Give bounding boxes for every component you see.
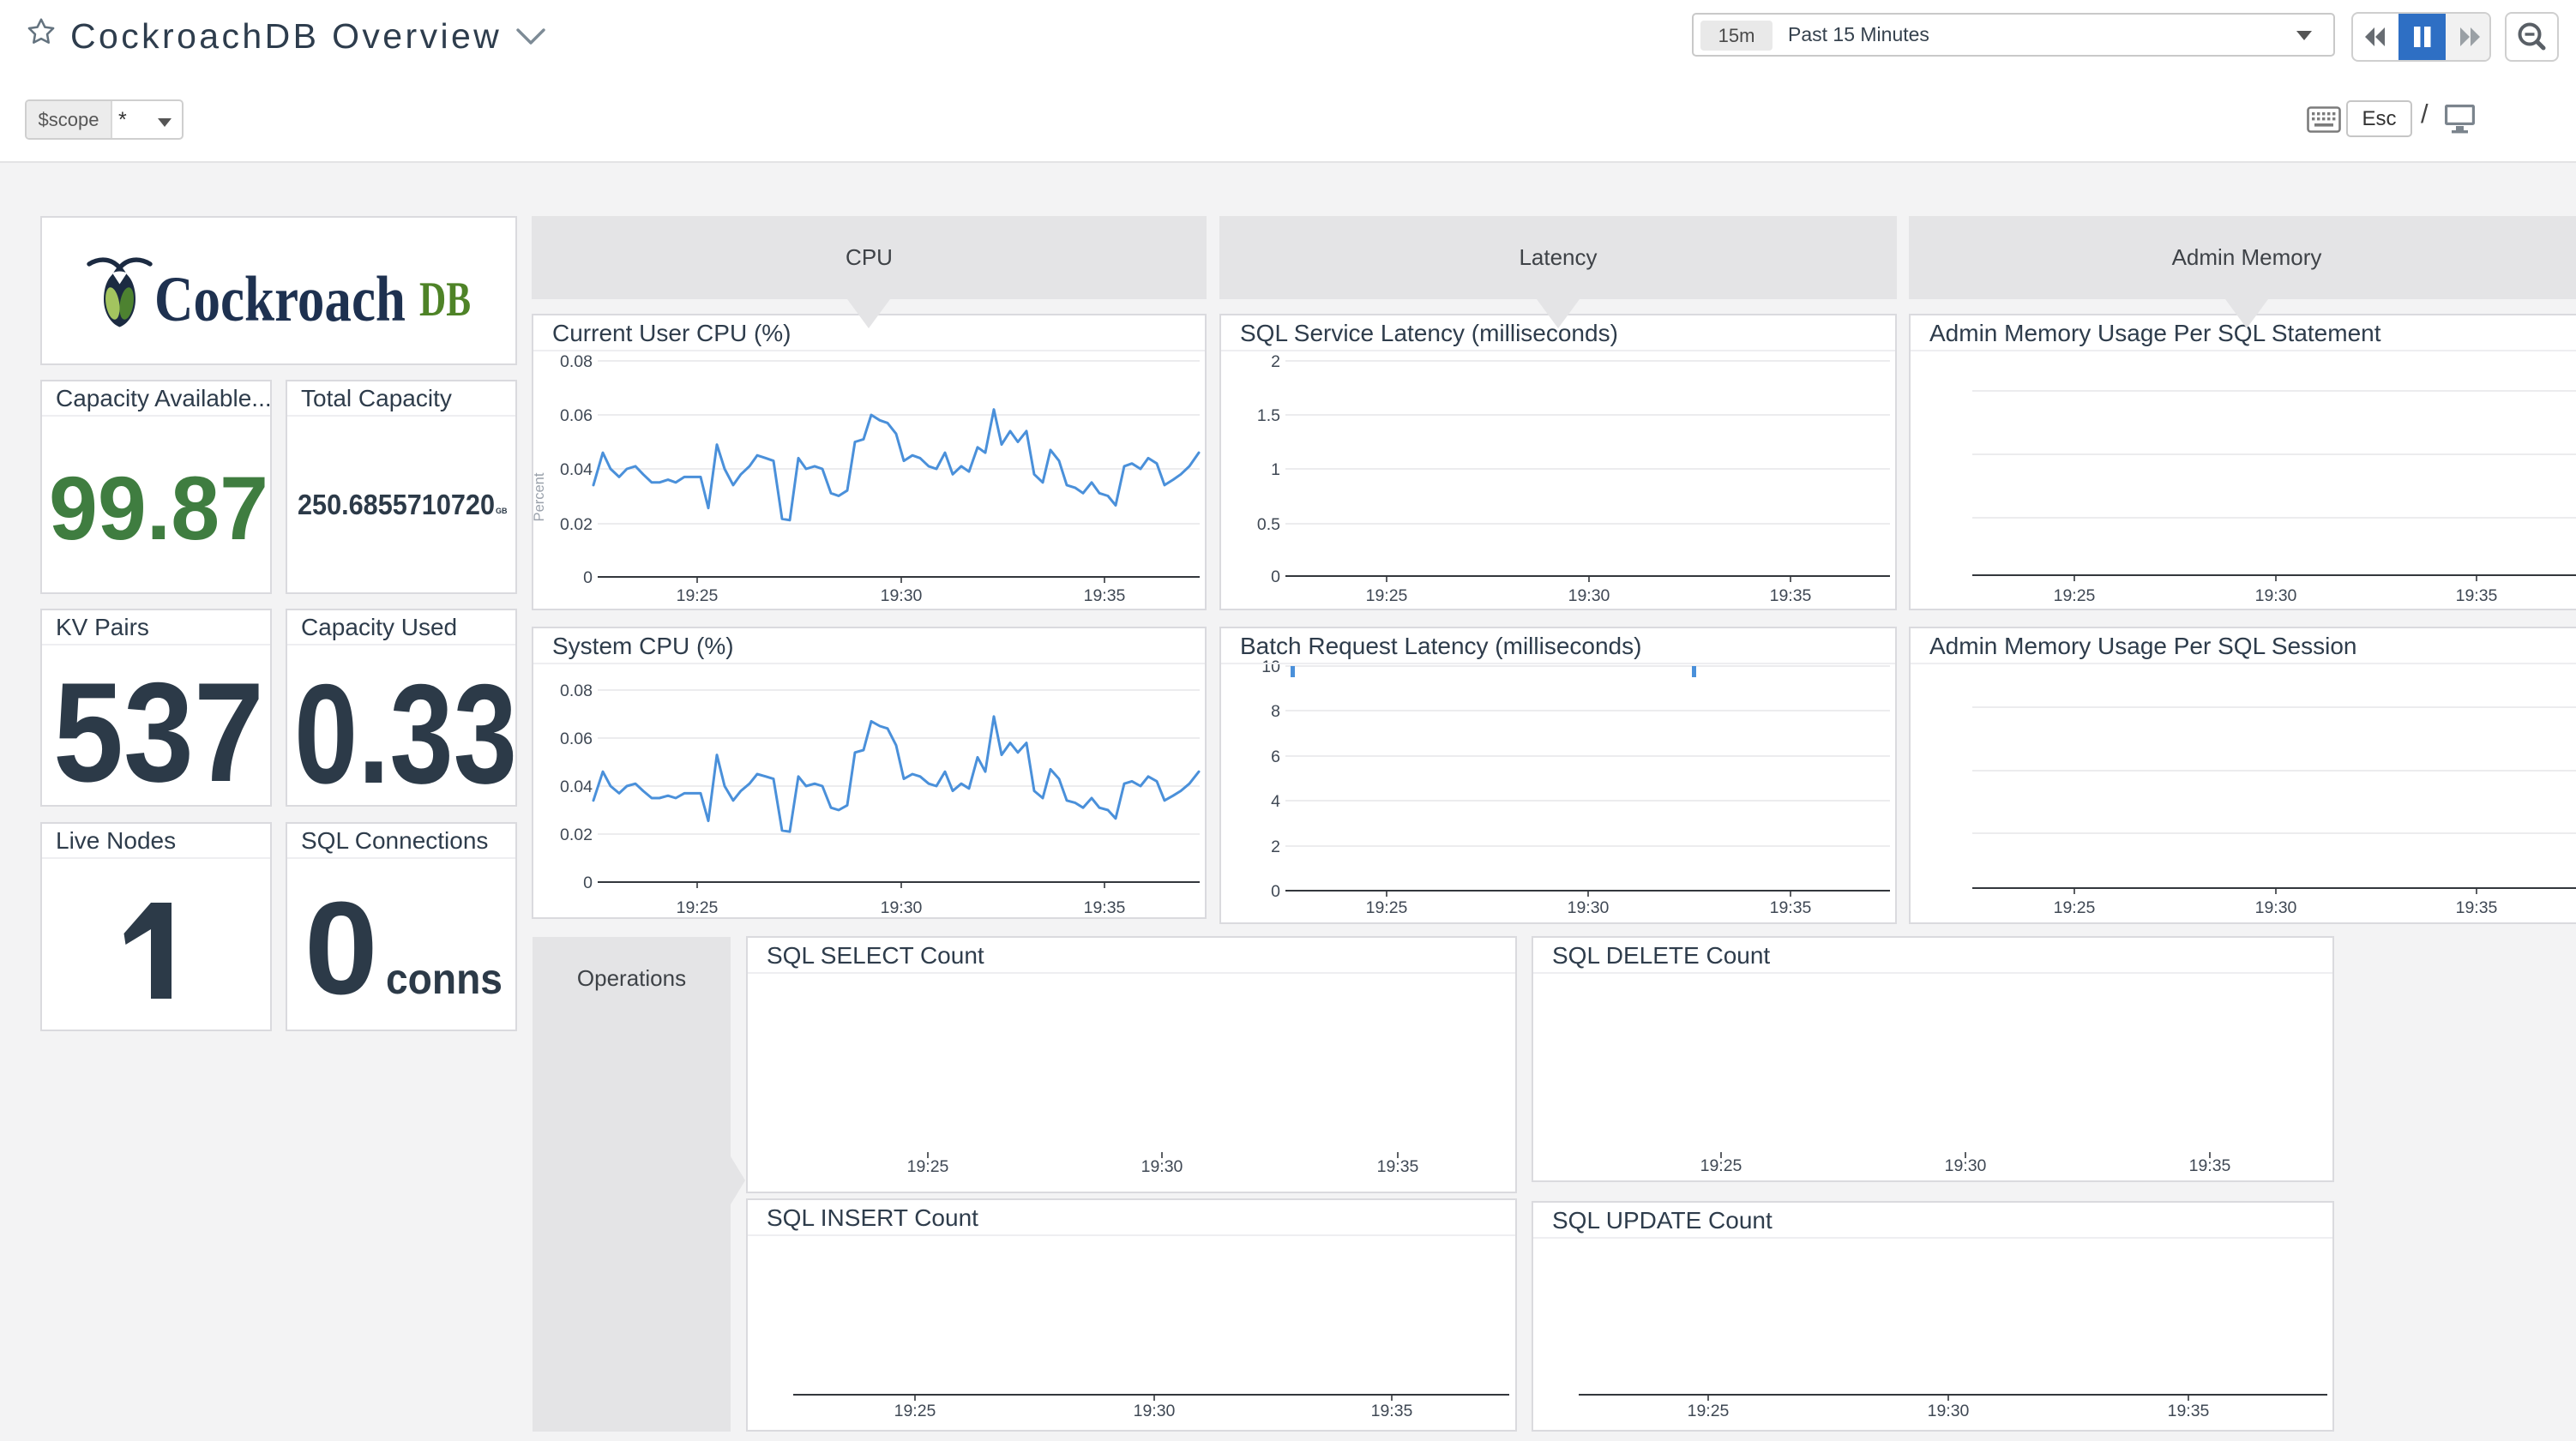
svg-text:19:35: 19:35: [2189, 1156, 2231, 1175]
svg-text:1: 1: [1271, 460, 1280, 479]
svg-text:6: 6: [1271, 748, 1280, 766]
svg-text:99.87: 99.87: [49, 459, 268, 559]
svg-text:GB: GB: [496, 507, 508, 515]
svg-text:19:25: 19:25: [2054, 586, 2096, 605]
svg-text:0.06: 0.06: [560, 406, 593, 425]
svg-text:19:35: 19:35: [2456, 586, 2498, 605]
svg-text:conns: conns: [386, 955, 503, 1003]
svg-text:19:25: 19:25: [907, 1157, 949, 1176]
svg-text:19:35: 19:35: [1770, 586, 1812, 605]
svg-text:19:35: 19:35: [1377, 1157, 1419, 1176]
svg-text:19:25: 19:25: [1366, 898, 1408, 917]
svg-text:19:30: 19:30: [2255, 898, 2297, 917]
svg-text:19:25: 19:25: [2054, 898, 2096, 917]
svg-text:19:35: 19:35: [1770, 898, 1812, 917]
svg-text:DB: DB: [419, 273, 471, 327]
svg-text:0: 0: [583, 874, 593, 892]
svg-text:250.6855710720: 250.6855710720: [298, 489, 495, 520]
svg-text:19:35: 19:35: [2456, 898, 2498, 917]
svg-text:0.04: 0.04: [560, 778, 593, 796]
svg-text:0.06: 0.06: [560, 730, 593, 748]
svg-text:4: 4: [1271, 792, 1280, 811]
svg-text:1.5: 1.5: [1257, 406, 1280, 425]
svg-text:19:30: 19:30: [1945, 1156, 1987, 1175]
svg-text:537: 537: [53, 653, 264, 807]
svg-text:0.33: 0.33: [294, 655, 517, 807]
svg-text:19:30: 19:30: [881, 586, 923, 605]
svg-text:8: 8: [1271, 702, 1280, 721]
svg-text:0: 0: [1271, 882, 1280, 901]
svg-text:2: 2: [1271, 838, 1280, 856]
svg-text:19:30: 19:30: [1141, 1157, 1183, 1176]
svg-text:19:25: 19:25: [677, 586, 719, 605]
svg-text:0.02: 0.02: [560, 826, 593, 844]
svg-text:19:30: 19:30: [881, 898, 923, 917]
svg-text:Percent: Percent: [532, 472, 547, 521]
svg-text:19:30: 19:30: [1568, 898, 1610, 917]
svg-text:19:30: 19:30: [2255, 586, 2297, 605]
svg-text:2: 2: [1271, 352, 1280, 371]
svg-text:19:35: 19:35: [2168, 1402, 2210, 1420]
svg-text:19:35: 19:35: [1371, 1402, 1413, 1420]
svg-text:0.04: 0.04: [560, 460, 593, 479]
svg-text:19:25: 19:25: [894, 1402, 936, 1420]
svg-text:0.08: 0.08: [560, 352, 593, 371]
svg-text:19:25: 19:25: [1366, 586, 1408, 605]
svg-text:0.5: 0.5: [1257, 515, 1280, 534]
svg-text:0: 0: [1271, 567, 1280, 586]
svg-text:0: 0: [583, 568, 593, 587]
svg-text:0.08: 0.08: [560, 681, 593, 700]
svg-text:19:35: 19:35: [1084, 586, 1126, 605]
svg-text:0: 0: [304, 874, 378, 1022]
svg-text:19:30: 19:30: [1568, 586, 1610, 605]
svg-text:19:25: 19:25: [1700, 1156, 1742, 1175]
svg-text:19:30: 19:30: [1928, 1402, 1970, 1420]
svg-text:Cockroach: Cockroach: [154, 264, 406, 335]
svg-text:19:25: 19:25: [1688, 1402, 1730, 1420]
svg-text:19:30: 19:30: [1134, 1402, 1176, 1420]
svg-text:19:25: 19:25: [677, 898, 719, 917]
svg-text:19:35: 19:35: [1084, 898, 1126, 917]
svg-text:0.02: 0.02: [560, 515, 593, 534]
